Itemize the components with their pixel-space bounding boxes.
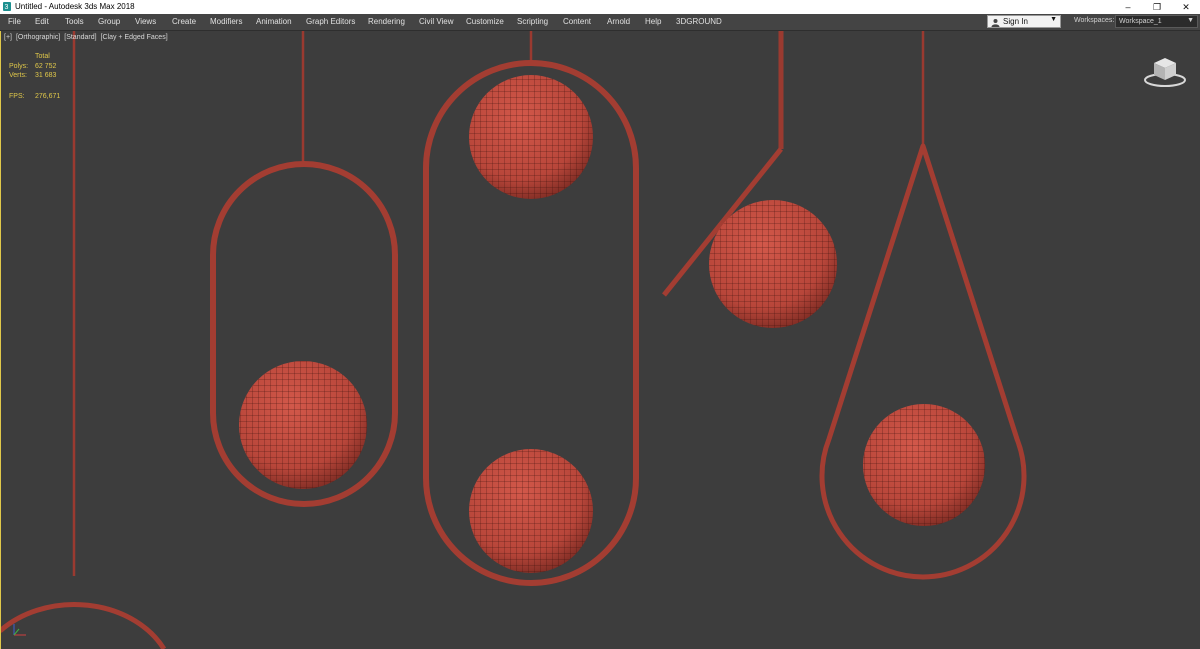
menu-graph-editors[interactable]: Graph Editors — [306, 17, 355, 26]
menu-file[interactable]: File — [8, 17, 21, 26]
menu-3dground[interactable]: 3DGROUND — [676, 17, 722, 26]
stats-polys-label: Polys: — [9, 63, 29, 70]
user-icon — [991, 19, 1000, 27]
lamp-teardrop[interactable] — [819, 31, 1027, 580]
menu-rendering[interactable]: Rendering — [368, 17, 405, 26]
lamp-left-edge[interactable] — [0, 31, 167, 649]
restore-button[interactable]: ❐ — [1143, 0, 1171, 14]
chevron-down-icon: ▼ — [1187, 17, 1194, 24]
menu-arnold[interactable]: Arnold — [607, 17, 630, 26]
stats-polys-value: 62 752 — [35, 63, 57, 70]
lamp-oval-2[interactable] — [423, 31, 639, 586]
sign-in-label: Sign In — [1003, 17, 1028, 26]
minimize-button[interactable]: – — [1114, 0, 1142, 14]
menu-bar: File Edit Tools Group Views Create Modif… — [0, 14, 1200, 31]
menu-help[interactable]: Help — [645, 17, 661, 26]
menu-animation[interactable]: Animation — [256, 17, 292, 26]
menu-modifiers[interactable]: Modifiers — [210, 17, 242, 26]
menu-group[interactable]: Group — [98, 17, 120, 26]
viewport-label[interactable]: [+] [Orthographic] [Standard] [Clay + Ed… — [4, 34, 170, 41]
viewport-shading-preset[interactable]: [Standard] — [64, 34, 96, 41]
workspaces-label: Workspaces: — [1074, 17, 1115, 24]
stats-fps-label: FPS: — [9, 93, 25, 100]
viewport[interactable]: [+] [Orthographic] [Standard] [Clay + Ed… — [0, 31, 1200, 649]
window-title: Untitled - Autodesk 3ds Max 2018 — [15, 2, 135, 11]
workspace-select[interactable]: Workspace_1 ▼ — [1115, 15, 1198, 28]
lamp-angled[interactable] — [662, 31, 837, 328]
menu-views[interactable]: Views — [135, 17, 156, 26]
scene-render — [0, 31, 1027, 649]
lamp-oval-1[interactable] — [210, 31, 398, 507]
viewport-view-type[interactable]: [Orthographic] — [16, 34, 60, 41]
menu-edit[interactable]: Edit — [35, 17, 49, 26]
sign-in-dropdown[interactable]: Sign In ▼ — [987, 15, 1061, 28]
menu-content[interactable]: Content — [563, 17, 591, 26]
stats-total-label: Total — [35, 53, 50, 60]
chevron-down-icon: ▼ — [1050, 16, 1057, 23]
close-button[interactable]: ✕ — [1172, 0, 1200, 14]
svg-text:3: 3 — [5, 4, 9, 11]
title-bar: 3 Untitled - Autodesk 3ds Max 2018 – ❐ ✕ — [0, 0, 1200, 14]
menu-scripting[interactable]: Scripting — [517, 17, 548, 26]
menu-create[interactable]: Create — [172, 17, 196, 26]
viewport-display-mode[interactable]: [Clay + Edged Faces] — [101, 34, 168, 41]
stats-fps-value: 276,671 — [35, 93, 61, 100]
stats-verts-value: 31 683 — [35, 72, 57, 79]
3ds-max-icon: 3 — [3, 2, 11, 11]
axis-gizmo-icon — [13, 624, 26, 636]
menu-tools[interactable]: Tools — [65, 17, 84, 26]
workspace-value: Workspace_1 — [1119, 18, 1162, 25]
viewcube-icon[interactable] — [1142, 53, 1188, 89]
menu-civil-view[interactable]: Civil View — [419, 17, 454, 26]
stats-verts-label: Verts: — [9, 72, 27, 79]
menu-customize[interactable]: Customize — [466, 17, 504, 26]
viewport-menu-plus[interactable]: [+] — [4, 34, 12, 41]
